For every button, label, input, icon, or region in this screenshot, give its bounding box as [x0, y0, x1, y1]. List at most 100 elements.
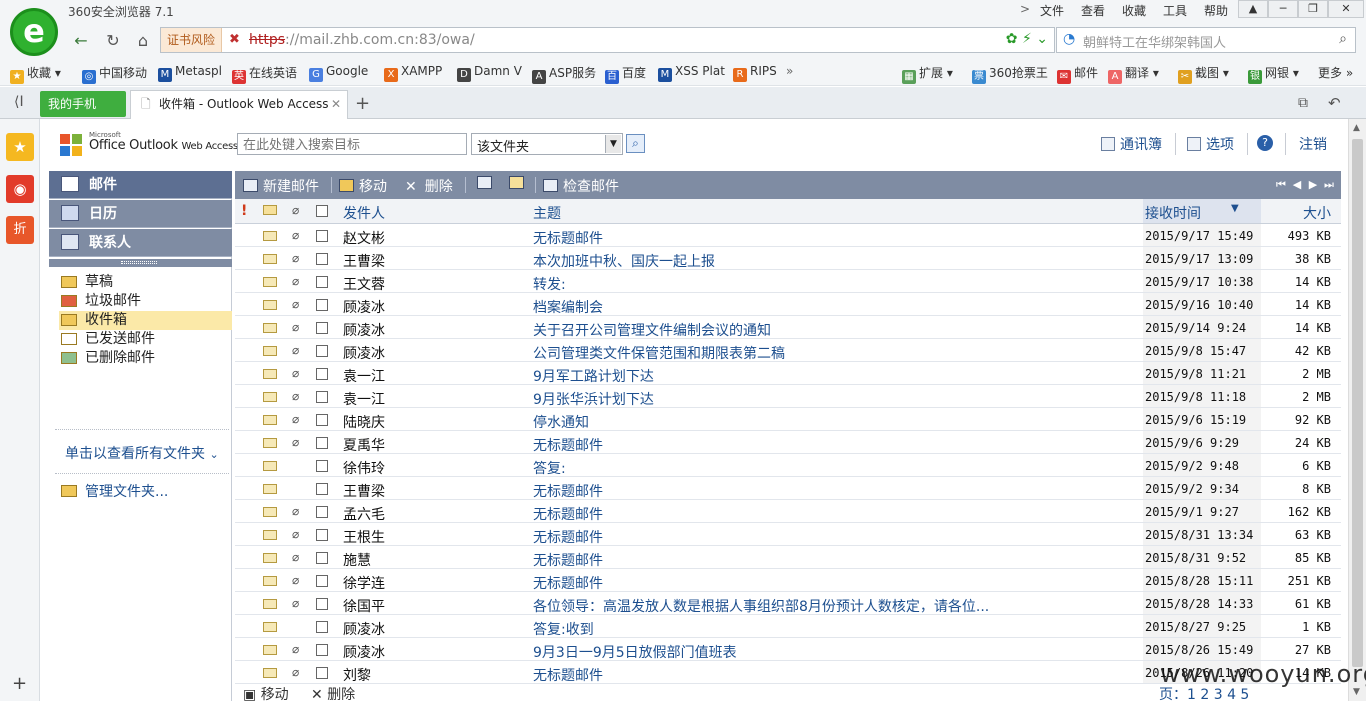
owa-search-input[interactable] — [237, 133, 467, 155]
attachment-icon[interactable]: ⌀ — [292, 203, 299, 217]
move-button[interactable]: 移动 — [339, 176, 387, 196]
mail-sender[interactable]: 顾凌冰 — [343, 320, 385, 340]
mail-subject[interactable]: 无标题邮件 — [533, 228, 603, 248]
mail-sender[interactable]: 孟六毛 — [343, 504, 385, 524]
mail-sender[interactable]: 顾凌冰 — [343, 297, 385, 317]
mail-row[interactable]: ⌀ 顾凌冰 9月3日一9月5日放假部门值班表 2015/8/26 15:49 27 KB — [235, 638, 1341, 661]
row-checkbox[interactable] — [316, 414, 328, 426]
chevron-down-icon[interactable]: ▼ — [605, 135, 621, 153]
weibo-icon[interactable]: ◉ — [6, 175, 34, 203]
row-checkbox[interactable] — [316, 621, 328, 633]
home-icon[interactable]: ⌂ — [132, 30, 154, 52]
search-engine-icon[interactable]: ◔ — [1063, 31, 1075, 47]
mail-sender[interactable]: 顾凌冰 — [343, 642, 385, 662]
more-bookmarks-icon[interactable]: » — [786, 64, 793, 78]
mail-sender[interactable]: 顾凌冰 — [343, 619, 385, 639]
mail-sender[interactable]: 王曹梁 — [343, 481, 385, 501]
row-checkbox[interactable] — [316, 529, 328, 541]
restore-tab-icon[interactable]: ↶ — [1328, 94, 1341, 112]
mail-row[interactable]: ⌀ 顾凌冰 公司管理类文件保管范围和期限表第二稿 2015/9/8 15:47 42 K… — [235, 339, 1341, 362]
mail-sender[interactable]: 徐国平 — [343, 596, 385, 616]
mail-row[interactable]: ⌀ 顾凌冰 关于召开公司管理文件编制会议的通知 2015/9/14 9:24 14 KB — [235, 316, 1341, 339]
nav-contacts[interactable]: 联系人 — [49, 229, 232, 257]
first-page-icon[interactable]: ⏮ — [1275, 178, 1287, 192]
tab-list-icon[interactable]: ⧉ — [1298, 95, 1308, 111]
tool-mail[interactable]: ✉ 邮件 — [1057, 64, 1098, 84]
address-bar[interactable]: 证书风险 ✖ https://mail.zhb.com.cn:83/owa/ ✿… — [160, 27, 1055, 53]
menu-view[interactable]: 查看 — [1081, 2, 1105, 19]
close-button[interactable]: ✕ — [1328, 0, 1364, 18]
folder-junk[interactable]: 垃圾邮件 — [59, 292, 232, 311]
mail-subject[interactable]: 9月3日一9月5日放假部门值班表 — [533, 642, 737, 662]
tool-extensions[interactable]: ▦ 扩展 ▾ — [902, 64, 953, 84]
row-checkbox[interactable] — [316, 391, 328, 403]
mail-row[interactable]: 顾凌冰 答复:收到 2015/8/27 9:25 1 KB — [235, 615, 1341, 638]
row-checkbox[interactable] — [316, 483, 328, 495]
sidebar-toggle-icon[interactable]: ⟨I — [14, 94, 24, 110]
mail-sender[interactable]: 刘黎 — [343, 665, 371, 685]
row-checkbox[interactable] — [316, 506, 328, 518]
mail-subject[interactable]: 停水通知 — [533, 412, 589, 432]
folder-deleted[interactable]: 已删除邮件 — [59, 349, 232, 368]
mail-subject[interactable]: 关于召开公司管理文件编制会议的通知 — [533, 320, 771, 340]
mail-subject[interactable]: 9月张华浜计划下达 — [533, 389, 654, 409]
mail-subject[interactable]: 无标题邮件 — [533, 504, 603, 524]
mail-row[interactable]: 王曹梁 无标题邮件 2015/9/2 9:34 8 KB — [235, 477, 1341, 500]
prev-page-icon[interactable]: ◀ — [1291, 178, 1303, 192]
bookmark-baidu[interactable]: 百百度 — [605, 64, 646, 84]
options-link[interactable]: 选项 — [1187, 134, 1234, 154]
maximize-button[interactable]: ❐ — [1298, 0, 1328, 18]
mail-row[interactable]: 徐伟玲 答复: 2015/9/2 9:48 6 KB — [235, 454, 1341, 477]
mail-sender[interactable]: 袁一江 — [343, 389, 385, 409]
scroll-thumb[interactable] — [1352, 139, 1363, 667]
cert-warning-button[interactable]: 证书风险 — [161, 28, 223, 52]
new-mail-button[interactable]: 新建邮件 — [243, 176, 319, 196]
mail-subject[interactable]: 无标题邮件 — [533, 550, 603, 570]
delete-button[interactable]: ✕ 删除 — [405, 176, 453, 196]
mark-unread-button[interactable] — [509, 176, 529, 192]
mail-sender[interactable]: 夏禹华 — [343, 435, 385, 455]
bookmark-asp[interactable]: A ASP服务 — [532, 64, 596, 84]
tab-inbox[interactable]: 🗋 收件箱 - Outlook Web Access ✕ — [130, 90, 348, 119]
row-checkbox[interactable] — [316, 644, 328, 656]
sort-down-icon[interactable]: ▼ — [1231, 203, 1239, 214]
nav-calendar[interactable]: 日历 — [49, 200, 232, 228]
bottom-delete-button[interactable]: ✕ 删除 — [311, 686, 355, 701]
mail-subject[interactable]: 无标题邮件 — [533, 435, 603, 455]
row-checkbox[interactable] — [316, 552, 328, 564]
row-checkbox[interactable] — [316, 253, 328, 265]
minimize-button[interactable]: ─ — [1268, 0, 1298, 18]
mail-row[interactable]: ⌀ 王曹梁 本次加班中秋、国庆一起上报 2015/9/17 13:09 38 KB — [235, 247, 1341, 270]
scroll-down-icon[interactable]: ▼ — [1353, 687, 1360, 697]
mail-row[interactable]: ⌀ 夏禹华 无标题邮件 2015/9/6 9:29 24 KB — [235, 431, 1341, 454]
browser-search-box[interactable]: ◔ 朝鲜特工在华绑架韩国人 ⌕ — [1056, 27, 1356, 53]
bookmark-dvwa[interactable]: D Damn V — [457, 64, 522, 82]
tool-more[interactable]: 更多 » — [1318, 64, 1353, 81]
mail-sender[interactable]: 袁一江 — [343, 366, 385, 386]
mail-sender[interactable]: 徐学连 — [343, 573, 385, 593]
search-icon[interactable]: ⌕ — [1339, 31, 1347, 47]
bookmark-rips[interactable]: R RIPS — [733, 64, 777, 82]
mail-row[interactable]: ⌀ 陆晓庆 停水通知 2015/9/6 15:19 92 KB — [235, 408, 1341, 431]
column-size[interactable]: 大小 — [1303, 203, 1331, 223]
mail-subject[interactable]: 档案编制会 — [533, 297, 603, 317]
mail-subject[interactable]: 无标题邮件 — [533, 573, 603, 593]
addressbook-link[interactable]: 通讯簿 — [1101, 134, 1162, 154]
mail-row[interactable]: ⌀ 袁一江 9月张华浜计划下达 2015/9/8 11:18 2 MB — [235, 385, 1341, 408]
mail-sender[interactable]: 陆晓庆 — [343, 412, 385, 432]
row-checkbox[interactable] — [316, 598, 328, 610]
last-page-icon[interactable]: ⏭ — [1323, 178, 1335, 192]
row-checkbox[interactable] — [316, 276, 328, 288]
row-checkbox[interactable] — [316, 437, 328, 449]
mail-subject[interactable]: 9月军工路计划下达 — [533, 366, 654, 386]
check-mail-button[interactable]: 检查邮件 — [543, 176, 619, 196]
page-scrollbar[interactable]: ▲ ▼ — [1348, 119, 1366, 701]
tool-banking[interactable]: 银网银 ▾ — [1248, 64, 1299, 84]
mail-row[interactable]: ⌀ 袁一江 9月军工路计划下达 2015/9/8 11:21 2 MB — [235, 362, 1341, 385]
resize-grip[interactable] — [49, 259, 232, 267]
next-page-icon[interactable]: ▶ — [1307, 178, 1319, 192]
bookmark-favorites[interactable]: ★ 收藏 ▾ — [10, 64, 61, 84]
row-checkbox[interactable] — [316, 368, 328, 380]
back-icon[interactable]: ← — [70, 30, 92, 52]
folder-drafts[interactable]: 草稿 — [59, 273, 232, 292]
